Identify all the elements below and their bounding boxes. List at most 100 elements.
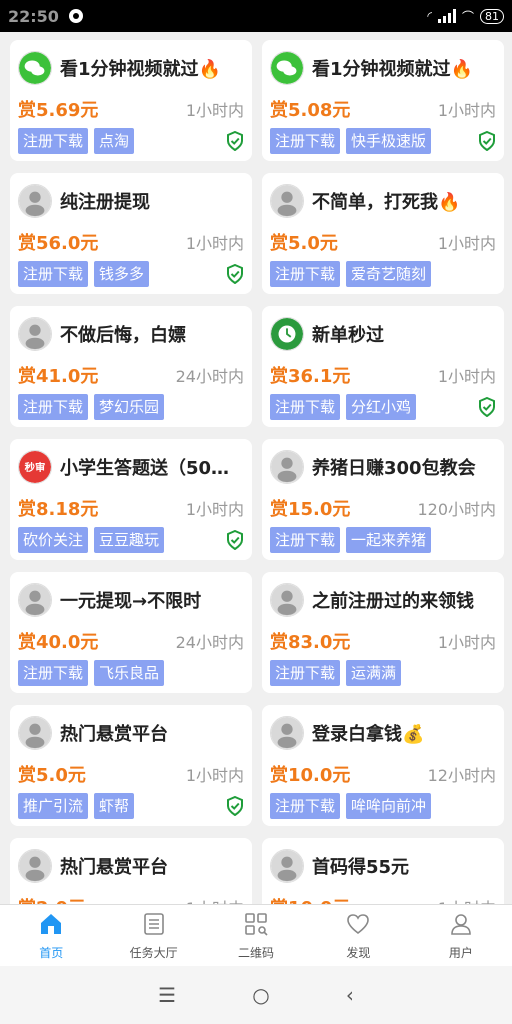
status-bar: 22:50 ◜ ⌒ 81 (0, 0, 512, 32)
tab-label: 任务大厅 (129, 945, 178, 960)
verified-shield-icon (479, 397, 495, 417)
avatar: 秒审 (18, 450, 52, 484)
reward-amount: 赏56.0元 (18, 233, 99, 254)
app-name-tag: 运满满 (346, 660, 402, 686)
task-card[interactable]: 一元提现→不限时 赏40.0元 24小时内 注册下载 飞乐良品 (10, 572, 252, 693)
task-title: 新单秒过 (312, 325, 384, 346)
app-name-tag: 虾帮 (94, 793, 135, 819)
task-card[interactable]: 热门悬赏平台赏2.0元 1小时内 (10, 838, 252, 904)
task-type-tag: 推广引流 (18, 793, 89, 819)
reward-amount: 赏5.08元 (270, 100, 351, 121)
task-card[interactable]: 看1分钟视频就过🔥 赏5.69元 1小时内 注册下载 点淘 (10, 40, 252, 161)
avatar (270, 450, 304, 484)
task-time: 1小时内 (185, 766, 244, 785)
avatar (270, 849, 304, 883)
tab-tasks[interactable]: 任务大厅 (102, 905, 204, 966)
task-time: 1小时内 (185, 500, 244, 519)
clock-icon (270, 317, 304, 351)
svg-text:秒审: 秒审 (25, 461, 46, 474)
task-time: 1小时内 (437, 101, 496, 120)
task-title: 不简单，打死我🔥 (312, 192, 461, 213)
task-title: 登录白拿钱💰 (312, 724, 425, 745)
task-time: 1小时内 (186, 895, 244, 904)
task-card[interactable]: 养猪日赚300包教会赏15.0元 120小时内注册下载 一起来养猪 (262, 439, 504, 560)
tab-home[interactable]: 首页 (0, 905, 102, 966)
task-card[interactable]: 看1分钟视频就过🔥 赏5.08元 1小时内 注册下载 快手极速版 (262, 40, 504, 161)
task-title: 看1分钟视频就过🔥 (60, 59, 221, 80)
task-time: 120小时内 (417, 500, 496, 519)
avatar (18, 716, 52, 750)
user-icon (448, 911, 474, 944)
reward-amount: 赏5.0元 (270, 233, 338, 254)
verified-shield-icon (227, 264, 243, 284)
tab-bar: 首页 任务大厅 二维码 发现 用户 (0, 904, 512, 966)
list-icon (141, 911, 167, 944)
avatar (18, 317, 52, 351)
tab-label: 用户 (448, 945, 473, 960)
reward-amount: 赏5.0元 (18, 765, 86, 786)
task-card[interactable]: 首码得55元赏10.0元 1小时内 (262, 838, 504, 904)
task-card[interactable]: 不做后悔，白嫖 赏41.0元 24小时内 注册下载 梦幻乐园 (10, 306, 252, 427)
tab-label: 首页 (39, 945, 64, 960)
avatar (18, 184, 52, 218)
task-time: 1小时内 (437, 234, 496, 253)
home-icon (38, 911, 64, 944)
task-card[interactable]: 秒审 小学生答题送（50… 赏8.18元 1小时内 砍价关注 豆豆趣玩 (10, 439, 252, 560)
wechat-icon (270, 51, 304, 85)
task-card[interactable]: 登录白拿钱💰 赏10.0元 12小时内 注册下载 哞哞向前冲 (262, 705, 504, 826)
notification-icon (68, 9, 83, 23)
task-type-tag: 注册下载 (18, 660, 89, 686)
reward-amount: 赏5.69元 (18, 100, 99, 121)
back-icon[interactable]: ‹ (346, 983, 354, 1007)
task-list[interactable]: 看1分钟视频就过🔥 赏5.69元 1小时内 注册下载 点淘 看1分钟视频就过🔥 赏5.08元… (0, 32, 512, 904)
reward-amount: 赏41.0元 (18, 366, 99, 387)
app-name-tag: 飞乐良品 (94, 660, 165, 686)
verified-shield-icon (479, 131, 495, 151)
task-title: 纯注册提现 (60, 192, 150, 213)
task-time: 1小时内 (185, 101, 244, 120)
task-title: 养猪日赚300包教会 (312, 458, 476, 479)
signal-icon (437, 9, 456, 23)
avatar (18, 849, 52, 883)
task-card[interactable]: 热门悬赏平台赏5.0元 1小时内推广引流 虾帮 (10, 705, 252, 826)
reward-amount: 赏40.0元 (18, 632, 99, 653)
task-title: 一元提现→不限时 (60, 591, 202, 612)
task-card[interactable]: 不简单，打死我🔥 赏5.0元 1小时内 注册下载 爱奇艺随刻 (262, 173, 504, 294)
app-name-tag: 梦幻乐园 (94, 394, 165, 420)
task-type-tag: 注册下载 (270, 793, 341, 819)
status-icons: ◜ ⌒ 81 (427, 8, 504, 25)
reward-amount: 赏10.0元 (270, 765, 351, 786)
tab-user[interactable]: 用户 (410, 905, 512, 966)
app-name-tag: 分红小鸡 (346, 394, 417, 420)
menu-icon[interactable]: ☰ (158, 983, 176, 1007)
task-title: 不做后悔，白嫖 (60, 325, 186, 346)
qrcode-icon (243, 911, 269, 944)
reward-amount: 赏15.0元 (270, 499, 351, 520)
avatar (270, 583, 304, 617)
app-name-tag: 哞哞向前冲 (346, 793, 432, 819)
avatar (270, 716, 304, 750)
app-name-tag: 点淘 (94, 128, 135, 154)
app-name-tag: 一起来养猪 (346, 527, 432, 553)
app-name-tag: 钱多多 (94, 261, 150, 287)
task-type-tag: 砍价关注 (18, 527, 89, 553)
task-title: 热门悬赏平台 (60, 724, 168, 745)
task-card[interactable]: 纯注册提现 赏56.0元 1小时内 注册下载 钱多多 (10, 173, 252, 294)
task-card[interactable]: 之前注册过的来领钱 赏83.0元 1小时内 注册下载 运满满 (262, 572, 504, 693)
tab-qrcode[interactable]: 二维码 (205, 905, 307, 966)
task-type-tag: 注册下载 (270, 527, 341, 553)
task-type-tag: 注册下载 (270, 394, 341, 420)
verified-shield-icon (227, 530, 243, 550)
task-time: 1小时内 (437, 633, 496, 652)
tab-label: 二维码 (238, 945, 275, 960)
task-type-tag: 注册下载 (270, 128, 341, 154)
tab-label: 发现 (346, 945, 371, 960)
task-type-tag: 注册下载 (18, 261, 89, 287)
home-circle-icon[interactable]: ○ (252, 983, 269, 1007)
status-time: 22:50 (8, 6, 59, 26)
tab-discover[interactable]: 发现 (307, 905, 409, 966)
task-title: 热门悬赏平台 (60, 857, 168, 878)
task-card[interactable]: 新单秒过 赏36.1元 1小时内 注册下载 分红小鸡 (262, 306, 504, 427)
system-nav-bar: ☰ ○ ‹ (0, 966, 512, 1024)
wifi-icon: ⌒ (461, 9, 474, 24)
